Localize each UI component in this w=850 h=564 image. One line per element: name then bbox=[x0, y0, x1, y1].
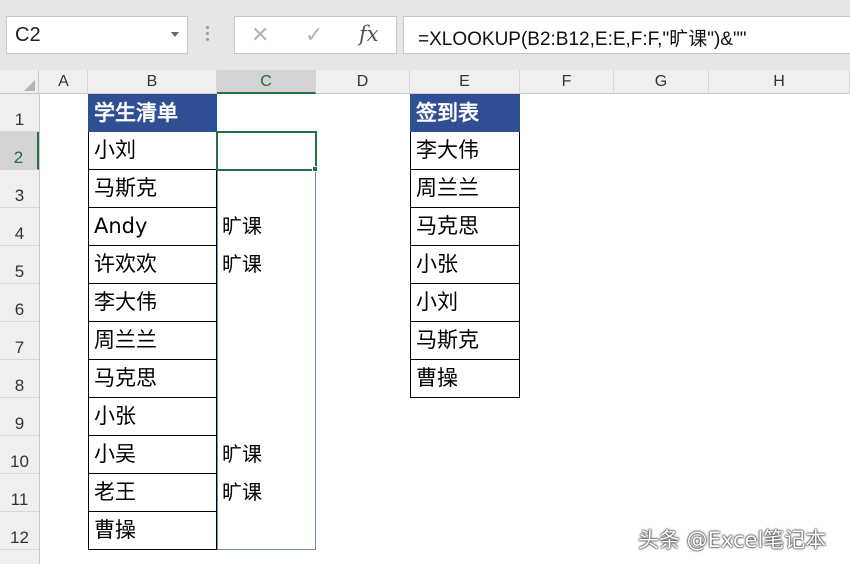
watermark: 头条 @Excel笔记本 bbox=[638, 528, 827, 552]
row-header-12[interactable]: 12 bbox=[0, 512, 39, 550]
row-header-7[interactable]: 7 bbox=[0, 322, 39, 360]
row-number: 3 bbox=[14, 186, 25, 205]
fill-handle[interactable] bbox=[312, 166, 318, 172]
column-header-g[interactable]: G bbox=[614, 70, 709, 94]
row-number: 6 bbox=[14, 300, 25, 319]
student-name-cell[interactable]: 马斯克 bbox=[88, 170, 217, 208]
column-header-row: ABCDEFGH bbox=[0, 70, 850, 94]
row-number: 12 bbox=[10, 528, 29, 547]
row-header-1[interactable]: 1 bbox=[0, 94, 39, 132]
row-header-5[interactable]: 5 bbox=[0, 246, 39, 284]
formula-text: =XLOOKUP(B2:B12,E:E,F:F,"旷课")&"" bbox=[418, 29, 747, 50]
result-cell[interactable] bbox=[217, 170, 316, 208]
sign-in-name-cell[interactable]: 马克思 bbox=[410, 208, 520, 246]
check-icon[interactable]: ✓ bbox=[305, 23, 323, 48]
column-header-a[interactable]: A bbox=[40, 70, 88, 94]
result-cell[interactable] bbox=[217, 512, 316, 550]
result-cell[interactable]: 旷课 bbox=[217, 246, 316, 284]
row-number: 10 bbox=[10, 452, 29, 471]
row-header-11[interactable]: 11 bbox=[0, 474, 39, 512]
row-number: 8 bbox=[14, 376, 25, 395]
name-box-value: C2 bbox=[15, 24, 41, 46]
column-header-h[interactable]: H bbox=[709, 70, 850, 94]
result-cell[interactable] bbox=[217, 398, 316, 436]
result-cell[interactable] bbox=[217, 284, 316, 322]
column-header-e[interactable]: E bbox=[410, 70, 520, 94]
column-header-f[interactable]: F bbox=[520, 70, 614, 94]
result-cell[interactable] bbox=[217, 360, 316, 398]
student-name-cell[interactable]: 曹操 bbox=[88, 512, 217, 550]
result-cell[interactable] bbox=[217, 322, 316, 360]
student-name-cell[interactable]: 小张 bbox=[88, 398, 217, 436]
sign-in-name-cell[interactable]: 小刘 bbox=[410, 284, 520, 322]
student-list-header[interactable]: 学生清单 bbox=[88, 94, 217, 132]
row-number: 7 bbox=[14, 338, 25, 357]
row-header-column: 1 2 3 4 5 6 7 8 9 10 11 12 bbox=[0, 94, 40, 564]
result-cell[interactable]: 旷课 bbox=[217, 436, 316, 474]
student-name-cell[interactable]: 小刘 bbox=[88, 132, 217, 170]
row-number: 2 bbox=[13, 148, 24, 167]
sign-in-header[interactable]: 签到表 bbox=[410, 94, 520, 132]
insert-function-icon[interactable]: fx bbox=[359, 22, 379, 46]
drag-handle-icon[interactable] bbox=[206, 26, 209, 44]
student-name-cell[interactable]: Andy bbox=[88, 208, 217, 246]
sign-in-name-cell[interactable]: 周兰兰 bbox=[410, 170, 520, 208]
name-box[interactable]: C2 bbox=[6, 16, 188, 54]
row-number: 1 bbox=[14, 110, 25, 129]
row-number: 4 bbox=[14, 224, 25, 243]
sign-in-name-cell[interactable]: 小张 bbox=[410, 246, 520, 284]
row-header-2[interactable]: 2 bbox=[0, 132, 39, 170]
student-name-cell[interactable]: 许欢欢 bbox=[88, 246, 217, 284]
cancel-icon[interactable]: ✕ bbox=[251, 23, 269, 48]
student-name-cell[interactable]: 马克思 bbox=[88, 360, 217, 398]
formula-buttons: ✕ ✓ fx bbox=[234, 16, 397, 54]
student-name-cell[interactable]: 周兰兰 bbox=[88, 322, 217, 360]
formula-input[interactable]: =XLOOKUP(B2:B12,E:E,F:F,"旷课")&"" bbox=[403, 16, 850, 54]
sign-in-name-cell[interactable]: 李大伟 bbox=[410, 132, 520, 170]
chevron-down-icon[interactable] bbox=[171, 32, 179, 37]
student-name-cell[interactable]: 老王 bbox=[88, 474, 217, 512]
formula-bar-area: C2 ✕ ✓ fx =XLOOKUP(B2:B12,E:E,F:F,"旷课")&… bbox=[0, 0, 850, 70]
row-header-9[interactable]: 9 bbox=[0, 398, 39, 436]
row-number: 11 bbox=[10, 490, 29, 509]
select-all-button[interactable] bbox=[0, 70, 39, 94]
row-header-8[interactable]: 8 bbox=[0, 360, 39, 398]
row-header-10[interactable]: 10 bbox=[0, 436, 39, 474]
row-number: 5 bbox=[14, 262, 25, 281]
sign-in-name-cell[interactable]: 曹操 bbox=[410, 360, 520, 398]
student-name-cell[interactable]: 小吴 bbox=[88, 436, 217, 474]
row-number: 9 bbox=[14, 414, 25, 433]
column-header-c[interactable]: C bbox=[217, 70, 316, 94]
worksheet-grid[interactable]: 学生清单 小刘 马斯克 Andy 许欢欢 李大伟 周兰兰 马克思 小张 小吴 老王 曹操 签到表 李大伟周… bbox=[40, 94, 850, 564]
student-name-cell[interactable]: 李大伟 bbox=[88, 284, 217, 322]
result-cell[interactable]: 旷课 bbox=[217, 208, 316, 246]
column-header-b[interactable]: B bbox=[88, 70, 217, 94]
column-header-d[interactable]: D bbox=[316, 70, 410, 94]
row-header-4[interactable]: 4 bbox=[0, 208, 39, 246]
select-all-icon bbox=[24, 80, 35, 91]
result-cell[interactable]: 旷课 bbox=[217, 474, 316, 512]
active-cell-selection[interactable] bbox=[216, 131, 317, 171]
row-header-3[interactable]: 3 bbox=[0, 170, 39, 208]
sign-in-name-cell[interactable]: 马斯克 bbox=[410, 322, 520, 360]
row-header-6[interactable]: 6 bbox=[0, 284, 39, 322]
